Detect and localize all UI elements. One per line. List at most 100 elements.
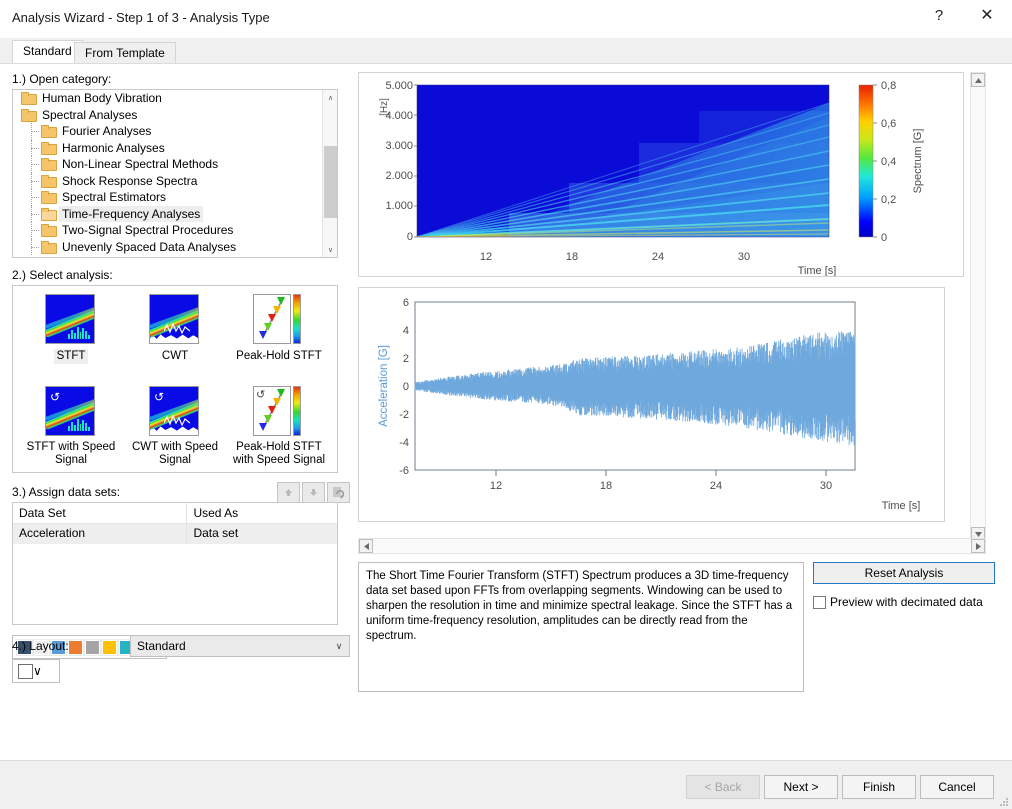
acceleration-time-chart: 6 4 2 0 -2 -4 -6 Acceleration [G] 12 18 … xyxy=(358,287,945,522)
folder-icon xyxy=(41,141,57,155)
analysis-item-cwt-with-speed-signal[interactable]: ↺ CWT with Speed Signal xyxy=(123,386,227,468)
tree-item-label: Unevenly Spaced Data Analyses xyxy=(62,239,237,254)
tree-item[interactable]: Time-Frequency Analyses xyxy=(13,205,337,222)
scroll-right-icon[interactable] xyxy=(971,539,985,553)
category-tree[interactable]: Human Body Vibration Spectral Analyses Fou… xyxy=(12,89,338,258)
analysis-item-peak-hold-stft-with-speed-signal[interactable]: ↺ Peak-Hold STFT with Speed Signal xyxy=(227,386,331,468)
reset-analysis-button[interactable]: Reset Analysis xyxy=(813,562,995,584)
spectrogram-ytick: 5.000 xyxy=(385,80,413,92)
spectrogram-xtick: 24 xyxy=(652,251,664,263)
line-style-select[interactable]: ∨ xyxy=(12,659,60,683)
analysis-item-cwt[interactable]: CWT xyxy=(123,294,227,364)
datasets-header-row: Data Set Used As xyxy=(13,503,337,524)
stft-spectrogram-chart: [Hz] 5.000 4.000 3.000 2.000 1.000 0 12 … xyxy=(358,72,964,277)
tree-scroll-thumb[interactable] xyxy=(324,146,337,218)
tree-item-label: Two-Signal Spectral Procedures xyxy=(62,223,234,237)
folder-icon xyxy=(21,92,37,105)
folder-icon xyxy=(41,191,57,204)
chart-area-vertical-scrollbar[interactable] xyxy=(970,72,986,542)
tree-scroll-down-icon[interactable]: ∨ xyxy=(323,242,337,257)
spectrogram-xtick: 12 xyxy=(480,251,492,263)
tree-item-label: Human Body Vibration xyxy=(42,91,162,105)
back-button[interactable]: < Back xyxy=(686,775,760,799)
tree-item[interactable]: Spectral Estimators xyxy=(13,189,337,206)
right-pane: [Hz] 5.000 4.000 3.000 2.000 1.000 0 12 … xyxy=(358,72,1000,752)
finish-button[interactable]: Finish xyxy=(842,775,916,799)
tree-item[interactable]: Two-Signal Spectral Procedures xyxy=(13,222,337,239)
table-row[interactable]: Acceleration Data set xyxy=(13,524,337,544)
folder-icon xyxy=(41,207,57,221)
stft-icon xyxy=(45,294,97,346)
waveform-ytick: 2 xyxy=(403,353,409,365)
waveform-ytick: 0 xyxy=(403,381,409,393)
tree-item[interactable]: Shock Response Spectra xyxy=(13,172,337,189)
move-down-button[interactable] xyxy=(302,482,325,503)
resize-grip-icon[interactable] xyxy=(999,797,1009,807)
refresh-icon xyxy=(333,487,345,499)
analysis-item-label: CWT xyxy=(161,350,189,362)
spectrogram-svg: [Hz] 5.000 4.000 3.000 2.000 1.000 0 12 … xyxy=(379,80,924,277)
analysis-item-peak-hold-stft[interactable]: Peak-Hold STFT xyxy=(227,294,331,364)
colorbar-tick: 0,2 xyxy=(881,194,896,206)
scroll-up-icon[interactable] xyxy=(971,73,985,87)
chevron-down-icon: ∨ xyxy=(33,664,42,678)
tree-scrollbar[interactable]: ∧ ∨ xyxy=(322,90,337,257)
tree-item[interactable]: Harmonic Analyses xyxy=(13,139,337,156)
analysis-item-label: CWT with Speed Signal xyxy=(131,441,219,466)
analysis-item-label: STFT xyxy=(53,349,89,364)
scroll-left-icon[interactable] xyxy=(359,539,373,553)
category-label: 1.) Open category: xyxy=(12,72,112,86)
waveform-xtick: 12 xyxy=(490,480,502,492)
spectrogram-colorbar xyxy=(858,84,874,238)
close-icon[interactable]: ✕ xyxy=(964,0,1010,30)
tree-item[interactable]: Spectral Analyses xyxy=(13,107,337,124)
tree-item[interactable]: Human Body Vibration xyxy=(13,90,337,107)
datasets-table[interactable]: Data Set Used As Acceleration Data set xyxy=(12,502,338,625)
tab-standard[interactable]: Standard xyxy=(12,40,83,64)
spectrogram-ytick: 4.000 xyxy=(385,110,413,122)
tree-item-label: Non-Linear Spectral Methods xyxy=(62,157,219,171)
tree-item[interactable]: Fourier Analyses xyxy=(13,123,337,140)
checkbox-box[interactable] xyxy=(813,595,826,609)
chart-area-horizontal-scrollbar[interactable] xyxy=(358,538,986,554)
preview-decimated-checkbox[interactable]: Preview with decimated data xyxy=(813,595,983,609)
analysis-item-stft[interactable]: STFT xyxy=(19,294,123,364)
tree-connector xyxy=(31,180,39,182)
tree-item[interactable]: Unevenly Spaced Data Analyses xyxy=(13,238,337,255)
tree-item-label: Shock Response Spectra xyxy=(62,173,198,188)
spectrogram-ytick: 3.000 xyxy=(385,140,413,152)
cell-used-as: Data set xyxy=(193,526,239,540)
tab-from-template[interactable]: From Template xyxy=(74,42,176,64)
spectrogram-xtick: 18 xyxy=(566,251,578,263)
title-bar: Analysis Wizard - Step 1 of 3 - Analysis… xyxy=(0,0,1012,38)
help-icon[interactable]: ? xyxy=(916,0,962,30)
colorbar-tick: 0,8 xyxy=(881,80,896,92)
analysis-item-label: Peak-Hold STFT with Speed Signal xyxy=(232,441,326,466)
refresh-button[interactable] xyxy=(327,482,350,503)
move-up-button[interactable] xyxy=(277,482,300,503)
next-button[interactable]: Next > xyxy=(764,775,838,799)
spectrogram-ytick: 0 xyxy=(407,231,413,243)
colorbar-tick: 0 xyxy=(881,232,887,244)
tree-item[interactable]: Non-Linear Spectral Methods xyxy=(13,156,337,173)
cwt-icon xyxy=(149,294,201,346)
tree-scroll-up-icon[interactable]: ∧ xyxy=(323,90,337,105)
layout-select-value: Standard xyxy=(137,639,186,653)
analysis-label: 2.) Select analysis: xyxy=(12,268,113,282)
waveform-ytick: -4 xyxy=(399,437,409,449)
folder-icon xyxy=(41,125,57,138)
waveform-xtick: 18 xyxy=(600,480,612,492)
colorbar-tick: 0,6 xyxy=(881,118,896,130)
tree-connector xyxy=(31,131,39,132)
layout-select[interactable]: Standard ∨ xyxy=(130,635,350,657)
analysis-item-stft-with-speed-signal[interactable]: ↺ STFT with Speed Signal xyxy=(19,386,123,468)
waveform-xtick: 24 xyxy=(710,480,722,492)
palette-swatch xyxy=(101,638,118,656)
spectrogram-ytick: 1.000 xyxy=(385,200,413,212)
waveform-svg: 6 4 2 0 -2 -4 -6 Acceleration [G] 12 18 … xyxy=(378,297,920,512)
tree-connector xyxy=(31,213,39,215)
spectrogram-xlabel: Time [s] xyxy=(798,265,837,276)
cancel-button[interactable]: Cancel xyxy=(920,775,994,799)
folder-icon xyxy=(41,158,57,171)
folder-icon xyxy=(41,174,57,188)
